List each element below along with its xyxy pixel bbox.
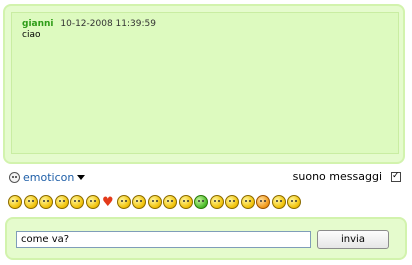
- bigsmile-emoticon[interactable]: [209, 195, 224, 209]
- send-button[interactable]: invia: [317, 230, 389, 249]
- dropdown-arrow-icon: [77, 175, 86, 180]
- smile-emoticon[interactable]: [8, 195, 22, 209]
- sound-label: suono messaggi: [292, 170, 382, 183]
- composer-panel: invia: [5, 217, 407, 260]
- laugh-emoticon[interactable]: [70, 195, 84, 209]
- sound-checkbox[interactable]: [391, 170, 401, 182]
- sick-emoticon[interactable]: [194, 195, 208, 209]
- heart-emoticon[interactable]: ♥: [101, 195, 115, 209]
- message-text: ciao: [22, 30, 41, 40]
- heart-icon: ♥: [102, 195, 114, 210]
- chat-toolbar: emoticon suono messaggi: [9, 170, 407, 188]
- cry-emoticon[interactable]: [271, 195, 286, 209]
- sad-emoticon[interactable]: [39, 195, 53, 209]
- chat-panel: gianni 10-12-2008 11:39:59 ciao: [3, 4, 405, 164]
- message-user: gianni: [22, 19, 54, 29]
- cool-emoticon[interactable]: [132, 195, 146, 209]
- message-log[interactable]: gianni 10-12-2008 11:39:59 ciao: [11, 12, 399, 154]
- smiley-icon: [9, 172, 20, 183]
- wink-emoticon[interactable]: [85, 195, 100, 209]
- shocked-emoticon[interactable]: [54, 195, 69, 209]
- message-timestamp: 10-12-2008 11:39:59: [60, 19, 156, 29]
- surprised-emoticon[interactable]: [116, 195, 131, 209]
- grin-emoticon[interactable]: [23, 195, 38, 209]
- emoticon-label: emoticon: [23, 171, 75, 184]
- emoticon-toggle[interactable]: emoticon: [9, 171, 86, 184]
- laughing-emoticon[interactable]: [287, 195, 301, 209]
- sleepy-emoticon[interactable]: [240, 195, 255, 209]
- angry-emoticon[interactable]: [256, 195, 270, 209]
- confused-emoticon[interactable]: [147, 195, 162, 209]
- tongue-emoticon[interactable]: [225, 195, 239, 209]
- neutral-emoticon[interactable]: [178, 195, 193, 209]
- message-header: gianni 10-12-2008 11:39:59: [22, 19, 398, 30]
- message-input[interactable]: [16, 231, 311, 248]
- sound-toggle: suono messaggi: [293, 170, 401, 183]
- blush-emoticon[interactable]: [163, 195, 177, 209]
- emoticon-bar: ♥: [8, 195, 303, 209]
